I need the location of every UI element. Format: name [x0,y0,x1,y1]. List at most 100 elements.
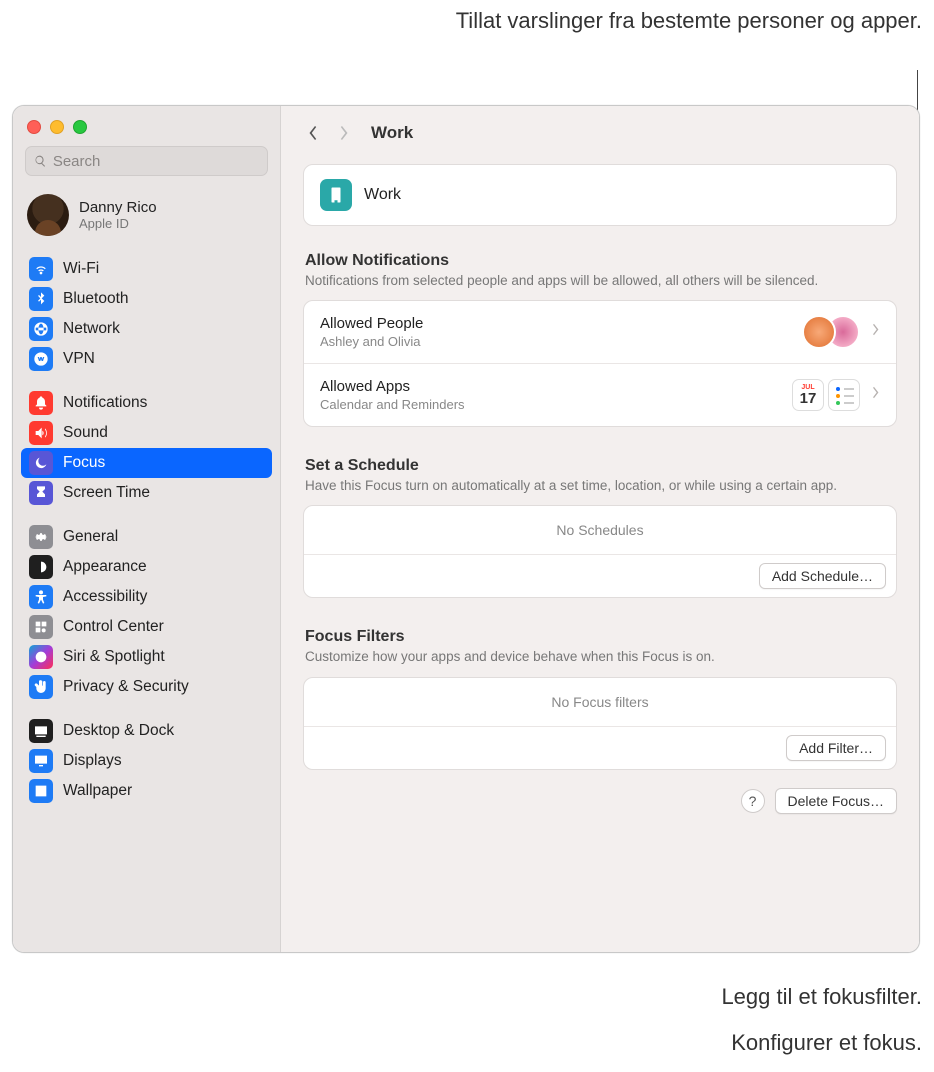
reminders-icon [828,379,860,411]
sidebar-item-label: Siri & Spotlight [63,648,165,666]
sidebar-item-label: Bluetooth [63,290,129,308]
sidebar-item-label: Appearance [63,558,147,576]
siri-icon [29,645,53,669]
page-title: Work [371,123,413,143]
schedule-title: Set a Schedule [303,457,897,477]
hourglass-icon [29,481,53,505]
delete-focus-button[interactable]: Delete Focus… [775,788,897,814]
sidebar-item-label: General [63,528,118,546]
account-name: Danny Rico [79,199,157,216]
dock-icon [29,719,53,743]
allow-card: Allowed People Ashley and Olivia Allowed… [303,300,897,427]
allowed-people-sub: Ashley and Olivia [320,334,790,349]
sidebar-item-label: VPN [63,350,95,368]
people-avatars [802,315,860,349]
controlcenter-icon [29,615,53,639]
gear-icon [29,525,53,549]
app-icons: JUL 17 [792,379,860,411]
chevron-right-icon [872,386,880,404]
sidebar-item-appearance[interactable]: Appearance [21,552,272,582]
sidebar-item-label: Privacy & Security [63,678,189,696]
maximize-button[interactable] [73,120,87,134]
bell-icon [29,391,53,415]
displays-icon [29,749,53,773]
help-button[interactable]: ? [741,789,765,813]
sidebar-item-displays[interactable]: Displays [21,746,272,776]
titlebar: Work [281,106,919,160]
appearance-icon [29,555,53,579]
sidebar-item-label: Sound [63,424,108,442]
sidebar-item-vpn[interactable]: VPN [21,344,272,374]
minimize-button[interactable] [50,120,64,134]
sidebar-item-screen-time[interactable]: Screen Time [21,478,272,508]
search-icon [34,154,47,168]
allowed-apps-title: Allowed Apps [320,378,780,395]
sidebar-item-accessibility[interactable]: Accessibility [21,582,272,612]
focus-name: Work [364,186,401,204]
allow-desc: Notifications from selected people and a… [303,272,897,300]
allowed-people-row[interactable]: Allowed People Ashley and Olivia [304,301,896,363]
wifi-icon [29,257,53,281]
allowed-apps-sub: Calendar and Reminders [320,397,780,412]
forward-button[interactable] [331,118,357,148]
allowed-people-title: Allowed People [320,315,790,332]
sound-icon [29,421,53,445]
sidebar-item-general[interactable]: General [21,522,272,552]
sidebar-item-sound[interactable]: Sound [21,418,272,448]
allowed-apps-row[interactable]: Allowed Apps Calendar and Reminders JUL … [304,363,896,426]
focus-header-card: Work [303,164,897,226]
sidebar-item-focus[interactable]: Focus [21,448,272,478]
sidebar-item-wi-fi[interactable]: Wi-Fi [21,254,272,284]
account-row[interactable]: Danny Rico Apple ID [13,186,280,250]
sidebar-item-siri-spotlight[interactable]: Siri & Spotlight [21,642,272,672]
search-input[interactable] [53,153,259,170]
avatar [27,194,69,236]
sidebar-item-bluetooth[interactable]: Bluetooth [21,284,272,314]
sidebar: Danny Rico Apple ID Wi-Fi Bluetooth Networ… [13,106,281,952]
allow-title: Allow Notifications [303,252,897,272]
calendar-icon: JUL 17 [792,379,824,411]
annotation-add-filter: Legg til et fokusfilter. [721,982,922,1012]
sidebar-item-label: Control Center [63,618,164,636]
vpn-icon [29,347,53,371]
moon-icon [29,451,53,475]
sidebar-item-label: Focus [63,454,105,472]
main-pane: Work Work Allow Notifications Notificati… [281,106,919,952]
filters-card: No Focus filters Add Filter… [303,677,897,770]
sidebar-item-notifications[interactable]: Notifications [21,388,272,418]
sidebar-item-desktop-dock[interactable]: Desktop & Dock [21,716,272,746]
sidebar-list: Wi-Fi Bluetooth Network VPN Notifications Sou… [13,250,280,952]
sidebar-item-label: Notifications [63,394,147,412]
chevron-right-icon [872,323,880,341]
annotation-top: Tillat varslinger fra bestemte personer … [442,6,922,36]
close-button[interactable] [27,120,41,134]
schedule-card: No Schedules Add Schedule… [303,505,897,598]
sidebar-item-control-center[interactable]: Control Center [21,612,272,642]
filters-empty: No Focus filters [304,678,896,726]
sidebar-item-network[interactable]: Network [21,314,272,344]
sidebar-item-label: Network [63,320,120,338]
sidebar-item-label: Displays [63,752,122,770]
sidebar-item-label: Wi-Fi [63,260,99,278]
account-sub: Apple ID [79,216,157,231]
back-button[interactable] [299,118,325,148]
annotation-add-schedule: Konfigurer et fokus. [731,1028,922,1058]
sidebar-item-label: Screen Time [63,484,150,502]
filters-desc: Customize how your apps and device behav… [303,648,897,676]
search-field[interactable] [25,146,268,176]
schedule-empty: No Schedules [304,506,896,554]
window-controls [13,114,280,146]
sidebar-item-label: Accessibility [63,588,147,606]
sidebar-item-privacy-security[interactable]: Privacy & Security [21,672,272,702]
add-schedule-button[interactable]: Add Schedule… [759,563,886,589]
add-filter-button[interactable]: Add Filter… [786,735,886,761]
accessibility-icon [29,585,53,609]
settings-window: Danny Rico Apple ID Wi-Fi Bluetooth Networ… [12,105,920,953]
sidebar-item-wallpaper[interactable]: Wallpaper [21,776,272,806]
bluetooth-icon [29,287,53,311]
wallpaper-icon [29,779,53,803]
work-focus-icon [320,179,352,211]
network-icon [29,317,53,341]
filters-title: Focus Filters [303,628,897,648]
sidebar-item-label: Desktop & Dock [63,722,174,740]
